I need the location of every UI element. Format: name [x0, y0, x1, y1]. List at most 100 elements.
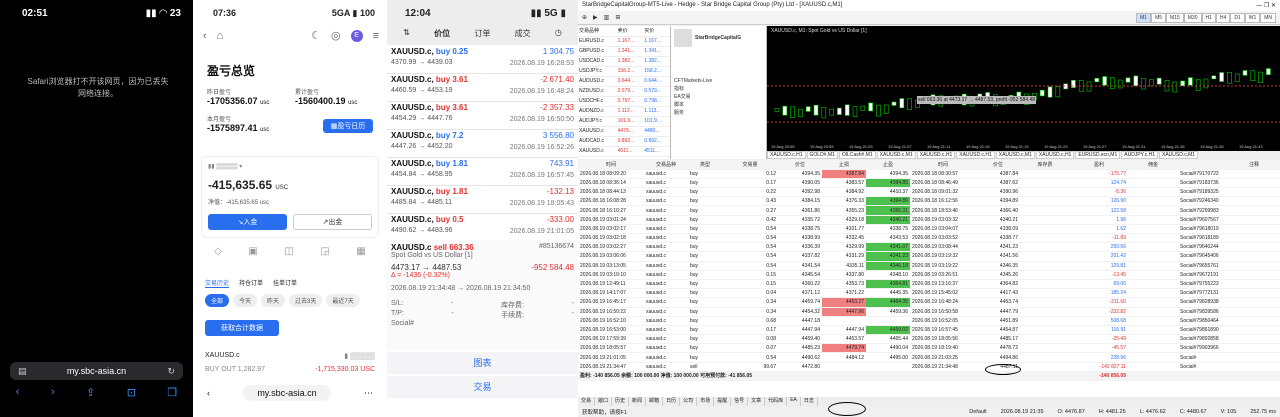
- terminal-tab[interactable]: 历史: [612, 397, 630, 406]
- table-row[interactable]: 2026.08.18 08:36:14 xauusd.c buy 0.17 4390.0…: [578, 178, 1280, 189]
- position-row[interactable]: XAUUSD.c, buy 3.61 4460.59 → 4453.19 -2 67…: [387, 73, 578, 102]
- table-row[interactable]: 2026.08.18 08:44:13 xauusd.c buy 0.22 4392.9…: [578, 187, 1280, 198]
- mw-row[interactable]: AUDCAD.c 0.892... 0.892...: [578, 136, 670, 147]
- terminal-tab[interactable]: 信号: [731, 397, 749, 406]
- new-order-icon[interactable]: ⊕: [582, 14, 587, 21]
- terminal-tab[interactable]: 提醒: [714, 397, 732, 406]
- chart-tab[interactable]: XAUUSD.c,H1: [956, 151, 995, 159]
- terminal-tab[interactable]: 邮箱: [646, 397, 664, 406]
- terminal-tab[interactable]: 市场: [697, 397, 715, 406]
- moon-icon[interactable]: ☾: [311, 29, 321, 42]
- timeframe-button[interactable]: W1: [1244, 12, 1261, 23]
- mw-row[interactable]: AUDJPY.c 101.9... 101.9...: [578, 116, 670, 127]
- trade-detail[interactable]: XAUUSD.c sell 663.36 #85136674 Spot Gold…: [387, 240, 578, 350]
- table-row[interactable]: 2026.08.19 21:01:05 xauusd.c buy 0.54 4490.6…: [578, 352, 1280, 363]
- column-header[interactable]: 交易量: [722, 160, 778, 170]
- nav-item[interactable]: 脚本: [674, 101, 763, 109]
- share-icon[interactable]: ⇪: [86, 386, 95, 399]
- mw-row[interactable]: USDCHF.c 0.797... 0.798...: [578, 96, 670, 107]
- filter-pill[interactable]: 全部: [205, 294, 230, 307]
- terminal-tab[interactable]: EA: [787, 397, 801, 406]
- mw-header[interactable]: 卖价: [616, 26, 644, 37]
- page-menu-icon[interactable]: ▤: [18, 366, 27, 377]
- tab-prices[interactable]: 价位: [434, 28, 450, 39]
- column-header[interactable]: 佣金: [1128, 160, 1178, 170]
- fetch-totals-button[interactable]: 获取合计数据: [205, 320, 279, 336]
- table-row[interactable]: 2026.08.19 03:06:06 xauusd.c buy 0.54 4337.8…: [578, 251, 1280, 262]
- position-row[interactable]: XAUUSD.c, buy 1.81 4454.84 → 4458.95 743.9…: [387, 157, 578, 186]
- timeframe-button[interactable]: H4: [1215, 12, 1231, 23]
- chart-tab[interactable]: XAUUSD.c,M1: [1159, 151, 1199, 159]
- chart-type-icon[interactable]: ▥: [604, 14, 610, 21]
- table-row[interactable]: 2026.08.19 03:01:24 xauusd.c buy 0.42 4335.7…: [578, 215, 1280, 225]
- trade-action[interactable]: 交易: [387, 376, 578, 398]
- shortcut-icon[interactable]: ◫: [284, 246, 293, 257]
- position-row[interactable]: XAUUSD.c, buy 0.25 4370.99 → 4439.03 1 304…: [387, 45, 578, 74]
- table-row[interactable]: 2026.08.19 18:05:57 xauusd.c buy 0.07 4485.2…: [578, 343, 1280, 354]
- terminal-tab[interactable]: 文章: [748, 397, 766, 406]
- mw-row[interactable]: XAUUSD.c 4511... 4511...: [578, 146, 670, 157]
- chart-tab[interactable]: XAUUSD.c,M1: [995, 151, 1035, 159]
- terminal-tab[interactable]: 日历: [663, 397, 681, 406]
- shortcut-icon[interactable]: ▣: [248, 246, 257, 257]
- mw-row[interactable]: XAUUSD.c 4479... 4480...: [578, 126, 670, 137]
- column-header[interactable]: 止盈: [866, 160, 910, 170]
- menu-icon[interactable]: ≡: [373, 30, 379, 42]
- chart-tab[interactable]: EURUSD.ecn,M1: [1075, 151, 1121, 159]
- sort-icon[interactable]: ⇅: [403, 28, 410, 39]
- filter-pill[interactable]: 今天: [233, 294, 258, 307]
- price-chart[interactable]: 19 Aug 20:55 19 Aug 20:59 19 Aug 21:03 19 A…: [767, 26, 1280, 151]
- nav-item[interactable]: EA交易: [674, 93, 763, 101]
- globe-icon[interactable]: ◎: [331, 29, 341, 42]
- withdraw-button[interactable]: ↗ 出金: [292, 214, 372, 230]
- column-header[interactable]: 止损: [822, 160, 866, 170]
- chart-tab[interactable]: XAUUSD.c,H1: [767, 151, 806, 159]
- mw-header[interactable]: 交易品种: [578, 26, 617, 37]
- nav-item[interactable]: CFTMarkets-Live: [674, 77, 763, 85]
- position-row[interactable]: XAUUSD.c, buy 1.81 4485.84 → 4485.11 -132.…: [387, 185, 578, 214]
- algo-icon[interactable]: ▶: [593, 14, 598, 21]
- shortcut-icon[interactable]: ◇: [214, 246, 222, 257]
- column-header[interactable]: 价位: [778, 160, 822, 170]
- table-row[interactable]: 2026.08.19 03:13:05 xauusd.c buy 0.54 4341.5…: [578, 261, 1280, 271]
- mw-row[interactable]: USDCAD.c 1.382... 1.382...: [578, 56, 670, 67]
- chart-tab[interactable]: AUDJPY.c,H1: [1121, 151, 1159, 159]
- table-row[interactable]: 2026.08.18 16:08:28 xauusd.c buy 0.43 4384.1…: [578, 196, 1280, 207]
- timeframe-button[interactable]: M1: [1136, 12, 1152, 23]
- terminal-tab[interactable]: 公司: [680, 397, 698, 406]
- table-row[interactable]: 2026.08.19 16:45:17 xauusd.c buy 0.34 4459.7…: [578, 297, 1280, 308]
- table-row[interactable]: 2026.08.19 03:02:17 xauusd.c buy 0.54 4338.7…: [578, 224, 1280, 235]
- shortcut-icon[interactable]: ◲: [320, 246, 329, 257]
- terminal-tab[interactable]: 敞口: [595, 397, 613, 406]
- chart-tab[interactable]: GOLD#,M1: [806, 151, 838, 159]
- position-row[interactable]: XAUUSD.c, buy 3.61 4454.29 → 4447.76 -2 35…: [387, 101, 578, 130]
- table-row[interactable]: 2026.08.19 03:10:10 xauusd.c buy 0.15 4345.5…: [578, 270, 1280, 280]
- nav-item[interactable]: 服务: [674, 109, 763, 117]
- table-row[interactable]: 2026.08.19 03:02:27 xauusd.c buy 0.54 4336.3…: [578, 242, 1280, 253]
- terminal-tab[interactable]: 交易: [578, 397, 596, 406]
- mw-row[interactable]: AUDUSD.c 0.644... 0.644...: [578, 76, 670, 87]
- column-header[interactable]: 库存费: [1020, 160, 1070, 170]
- chart-tab[interactable]: XAUUSD.c,H1: [1035, 151, 1075, 159]
- table-row[interactable]: 2026.08.19 16:50:22 xauusd.c buy 0.34 4454.3…: [578, 307, 1280, 317]
- timeframe-button[interactable]: H1: [1201, 12, 1216, 23]
- zoom-icon[interactable]: ⊞: [615, 14, 620, 21]
- deposit-button[interactable]: ↘ 入金: [208, 214, 287, 230]
- mw-row[interactable]: NZDUSD.c 0.579... 0.579...: [578, 86, 670, 97]
- filter-pill[interactable]: 过去3天: [289, 294, 323, 307]
- back-icon[interactable]: ‹: [207, 388, 210, 398]
- tab-history[interactable]: 交易历史: [205, 278, 230, 288]
- column-header[interactable]: 类型: [688, 160, 722, 170]
- chart-tab[interactable]: XAUUSD.c,M1: [876, 151, 916, 159]
- mw-header[interactable]: 买价: [643, 26, 670, 37]
- tab-deals[interactable]: 成交: [515, 28, 531, 39]
- calendar-button[interactable]: ▦ 盈亏日历: [323, 119, 373, 133]
- forward-icon[interactable]: ›: [51, 386, 55, 399]
- back-icon[interactable]: ‹: [16, 386, 20, 399]
- mw-row[interactable]: GBPUSD.c 1.341... 1.341...: [578, 46, 670, 57]
- table-row[interactable]: 2026.08.19 14:17:07 xauusd.c buy 0.04 4371.1…: [578, 288, 1280, 299]
- home-icon[interactable]: ⌂: [217, 30, 224, 42]
- reload-icon[interactable]: ↻: [167, 366, 175, 377]
- position-row[interactable]: XAUUSD.c, buy 0.5 4490.62 → 4483.96 -333.0…: [387, 213, 578, 242]
- mw-row[interactable]: AUDNZD.c 1.112... 1.113...: [578, 106, 670, 117]
